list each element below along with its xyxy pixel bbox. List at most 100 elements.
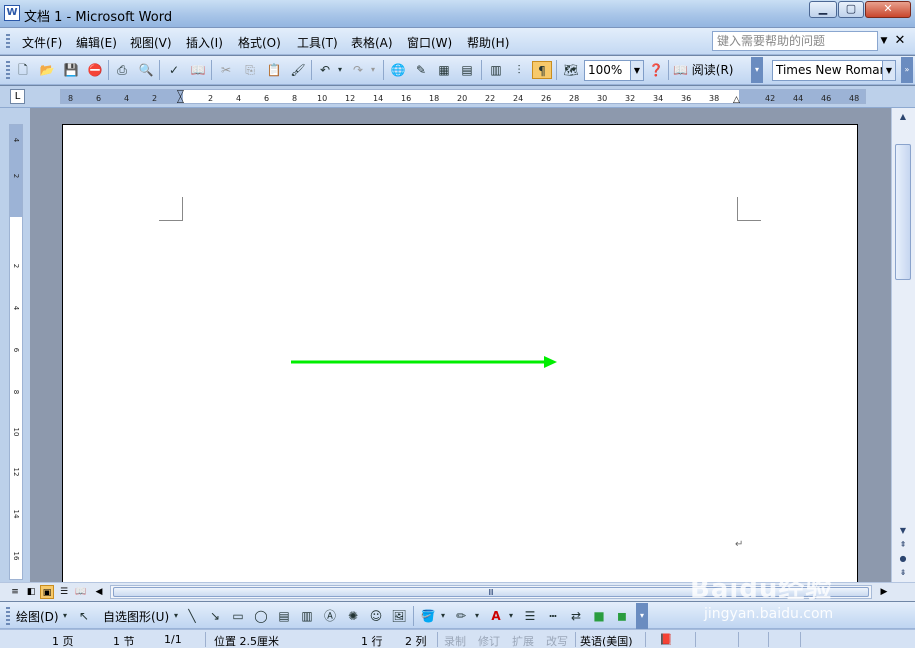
zoom-select[interactable]: 100% <box>584 60 632 81</box>
menu-edit[interactable]: 编辑(E) <box>76 34 117 51</box>
save-icon[interactable]: 💾 <box>61 61 81 79</box>
drawbar-options-icon[interactable]: ▾ <box>636 603 648 629</box>
web-layout-icon[interactable]: ◧ <box>24 585 38 599</box>
next-page-icon[interactable]: ⇟ <box>895 566 911 580</box>
status-track-changes[interactable]: 修订 <box>478 633 500 648</box>
3d-style-icon[interactable]: ◼ <box>612 607 632 625</box>
chevron-down-icon[interactable]: ▾ <box>368 61 378 79</box>
new-icon[interactable]: 🗋 <box>13 61 33 79</box>
scroll-right-icon[interactable]: ▶ <box>877 585 891 599</box>
normal-view-icon[interactable]: ≡ <box>8 585 22 599</box>
help-icon[interactable]: ❓ <box>646 61 666 79</box>
picture-icon[interactable]: 🖼 <box>389 607 409 625</box>
word-app-icon[interactable]: W <box>4 5 20 21</box>
arrow-style-icon[interactable]: ⇄ <box>566 607 586 625</box>
insert-excel-icon[interactable]: ▤ <box>457 61 477 79</box>
menu-file[interactable]: 文件(F) <box>22 34 62 51</box>
tables-borders-icon[interactable]: ✎ <box>411 61 431 79</box>
research-icon[interactable]: 📖 <box>188 61 208 79</box>
document-map-icon[interactable]: 🗺 <box>561 61 581 79</box>
read-button[interactable]: 📖 阅读(R) <box>673 61 733 79</box>
drawbar-grip[interactable] <box>6 607 10 625</box>
scroll-left-icon[interactable]: ◀ <box>92 585 106 599</box>
vertical-ruler[interactable]: 4 2 2 4 6 8 10 12 14 16 <box>0 108 30 582</box>
minimize-button[interactable]: ▁ <box>809 1 837 18</box>
spelling-icon[interactable]: ✓ <box>164 61 184 79</box>
line-color-icon[interactable]: ✏ <box>451 607 471 625</box>
format-painter-icon[interactable]: 🖌 <box>288 61 308 79</box>
arrow-icon[interactable]: ↘ <box>205 607 225 625</box>
redo-icon[interactable]: ↷ <box>348 61 368 79</box>
document-page[interactable]: ↵ <box>62 124 858 594</box>
print-preview-icon[interactable]: 🔍 <box>136 61 156 79</box>
insert-table-icon[interactable]: ▦ <box>434 61 454 79</box>
shadow-style-icon[interactable]: ■ <box>589 607 609 625</box>
reading-layout-icon[interactable]: 📖 <box>74 585 88 599</box>
arrow-head[interactable] <box>544 356 557 368</box>
select-objects-icon[interactable]: ↖ <box>74 607 94 625</box>
undo-icon[interactable]: ↶ <box>315 61 335 79</box>
status-extend[interactable]: 扩展 <box>512 633 534 648</box>
menu-view[interactable]: 视图(V) <box>130 34 172 51</box>
vertical-text-box-icon[interactable]: ▥ <box>297 607 317 625</box>
menu-help[interactable]: 帮助(H) <box>467 34 509 51</box>
menu-window[interactable]: 窗口(W) <box>407 34 452 51</box>
show-hide-icon[interactable]: ¶ <box>532 61 552 79</box>
chevron-down-icon[interactable]: ▾ <box>472 607 482 625</box>
menu-grip[interactable] <box>6 34 10 50</box>
spelling-status-icon[interactable]: 📕 <box>659 633 673 646</box>
close-icon[interactable]: ✕ <box>893 33 907 49</box>
hanging-indent-marker[interactable]: △ <box>177 96 184 105</box>
columns-icon[interactable]: ▥ <box>486 61 506 79</box>
print-icon[interactable]: ⎙ <box>112 61 132 79</box>
help-search-input[interactable]: 键入需要帮助的问题 <box>712 31 878 51</box>
ruler-strip[interactable]: 8 6 4 2 2 4 6 8 10 12 14 16 18 20 22 24 … <box>60 89 866 105</box>
chevron-down-icon[interactable]: ▼ <box>882 60 896 81</box>
chevron-down-icon[interactable]: ▾ <box>506 607 516 625</box>
chevron-down-icon[interactable]: ▾ <box>335 61 345 79</box>
chevron-down-icon[interactable]: ▼ <box>878 31 890 51</box>
scroll-up-icon[interactable]: ▲ <box>895 110 911 124</box>
chevron-down-icon[interactable]: ▾ <box>171 607 181 625</box>
clip-art-icon[interactable]: ☺ <box>366 607 386 625</box>
font-color-icon[interactable]: A <box>486 607 506 625</box>
status-language[interactable]: 英语(美国) <box>580 633 633 648</box>
browse-object-icon[interactable]: ● <box>895 552 911 566</box>
scroll-down-icon[interactable]: ▼ <box>895 524 911 538</box>
green-arrow-shape[interactable] <box>289 355 559 369</box>
toolbar-grip[interactable] <box>6 61 10 79</box>
tab-selector[interactable]: L <box>10 89 25 104</box>
draw-menu-button[interactable]: 绘图(D) <box>16 608 59 625</box>
line-icon[interactable]: ╲ <box>182 607 202 625</box>
open-icon[interactable]: 📂 <box>37 61 57 79</box>
copy-icon[interactable]: ⎘ <box>240 61 260 79</box>
horizontal-ruler[interactable]: L 8 6 4 2 2 4 6 8 10 12 14 16 18 20 22 2… <box>0 86 915 108</box>
chevron-down-icon[interactable]: ▾ <box>60 607 70 625</box>
autoshapes-menu-button[interactable]: 自选图形(U) <box>103 608 169 625</box>
toolbar-overflow-icon[interactable]: » <box>901 57 913 83</box>
vertical-scrollbar[interactable]: ▲ ▼ ⇞ ● ⇟ <box>891 108 915 582</box>
menu-insert[interactable]: 插入(I) <box>186 34 223 51</box>
diagram-icon[interactable]: ✺ <box>343 607 363 625</box>
dash-style-icon[interactable]: ┅ <box>543 607 563 625</box>
fill-color-icon[interactable]: 🪣 <box>418 607 438 625</box>
menu-table[interactable]: 表格(A) <box>351 34 393 51</box>
wordart-icon[interactable]: Ⓐ <box>320 607 340 625</box>
status-overtype[interactable]: 改写 <box>546 633 568 648</box>
toolbar-options-icon[interactable]: ▾ <box>751 57 763 83</box>
previous-page-icon[interactable]: ⇞ <box>895 538 911 552</box>
chevron-down-icon[interactable]: ▼ <box>630 60 644 81</box>
rectangle-icon[interactable]: ▭ <box>228 607 248 625</box>
vertical-scroll-thumb[interactable] <box>895 144 911 280</box>
permission-icon[interactable]: ⛔ <box>85 61 105 79</box>
chevron-down-icon[interactable]: ▾ <box>438 607 448 625</box>
font-select[interactable]: Times New Roman <box>772 60 884 81</box>
line-style-icon[interactable]: ☰ <box>520 607 540 625</box>
oval-icon[interactable]: ◯ <box>251 607 271 625</box>
close-button[interactable]: ✕ <box>865 1 911 18</box>
print-layout-icon[interactable]: ▣ <box>40 585 54 599</box>
drawing-icon[interactable]: ⫶ <box>509 61 529 79</box>
paste-icon[interactable]: 📋 <box>264 61 284 79</box>
hyperlink-icon[interactable]: 🌐 <box>388 61 408 79</box>
menu-format[interactable]: 格式(O) <box>238 34 281 51</box>
